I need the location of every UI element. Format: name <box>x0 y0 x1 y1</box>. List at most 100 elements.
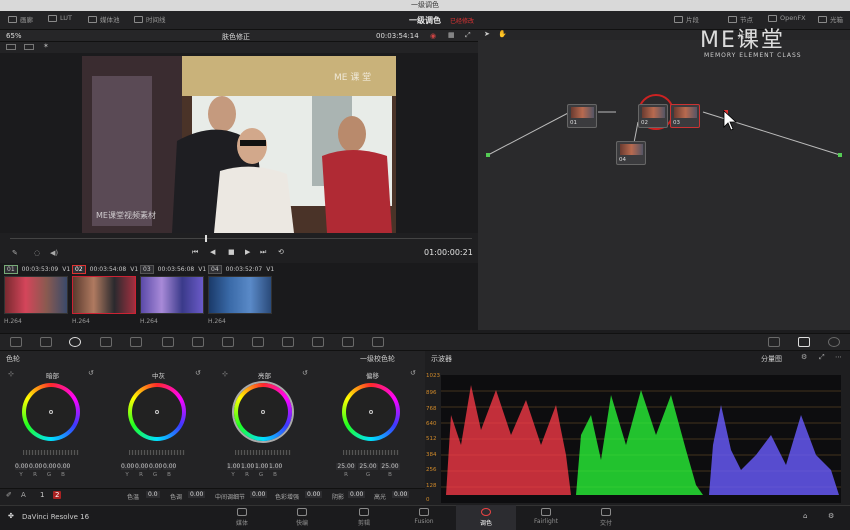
gain-r[interactable]: 1.00 <box>241 463 254 470</box>
volume-icon[interactable]: ◀) <box>50 249 58 257</box>
page-tab-media[interactable]: 媒体 <box>212 518 272 527</box>
loop-icon[interactable]: ◌ <box>34 249 40 257</box>
skip-start-icon[interactable]: ⏮ <box>192 248 198 257</box>
settings-gear-icon[interactable]: ⚙ <box>828 512 834 520</box>
scope-settings-icon[interactable]: ⚙ <box>801 353 807 361</box>
lift-wheel[interactable] <box>22 383 80 441</box>
auto-icon[interactable]: A <box>21 491 26 499</box>
auto-balance-icon[interactable]: ✐ <box>6 491 12 499</box>
media-pool-button[interactable]: 媒体池 <box>88 14 120 24</box>
clip-thumbnail[interactable] <box>208 276 272 314</box>
node-03[interactable]: 03 <box>670 104 700 128</box>
image-wipe-icon[interactable] <box>6 44 16 50</box>
node-02[interactable]: 02 <box>638 104 668 128</box>
page-tab-fusion[interactable]: Fusion <box>394 518 454 525</box>
reset-icon[interactable]: ↺ <box>302 369 308 377</box>
color-boost-value[interactable]: 0.00 <box>305 491 323 498</box>
page-tab-fairlight[interactable]: Fairlight <box>516 518 576 525</box>
scopes-icon[interactable] <box>798 337 810 347</box>
gamma-y[interactable]: 0.00 <box>121 463 134 470</box>
offset-g[interactable]: 25.00 <box>358 463 378 470</box>
curves-icon[interactable] <box>162 337 174 347</box>
wheel-center-handle[interactable] <box>49 410 53 414</box>
qualifier-icon[interactable] <box>222 337 234 347</box>
gain-b[interactable]: 1.00 <box>269 463 282 470</box>
hand-icon[interactable]: ✋ <box>498 30 507 38</box>
gallery-button[interactable]: 画廊 <box>8 14 33 24</box>
page-tab-edit[interactable]: 剪辑 <box>334 518 394 527</box>
wheels-mode-dropdown[interactable]: 一级校色轮 <box>360 354 395 364</box>
lift-g[interactable]: 0.00 <box>43 463 56 470</box>
3d-icon[interactable] <box>768 337 780 347</box>
window-icon[interactable] <box>252 337 264 347</box>
wheel-center-handle[interactable] <box>261 410 265 414</box>
node-01[interactable]: 01 <box>567 104 597 128</box>
midtone-detail-value[interactable]: 0.00 <box>250 491 268 498</box>
reset-icon[interactable]: ↺ <box>88 369 94 377</box>
page-2-button[interactable]: 2 <box>53 491 62 499</box>
fullscreen-icon[interactable]: ⤢ <box>465 31 471 40</box>
lift-r[interactable]: 0.00 <box>29 463 42 470</box>
clip-thumbnail-selected[interactable] <box>72 276 136 314</box>
offset-master-slider[interactable] <box>343 450 399 455</box>
tint-value[interactable]: 0.00 <box>188 491 206 498</box>
gamma-b[interactable]: 0.00 <box>163 463 176 470</box>
blur-icon[interactable] <box>312 337 324 347</box>
page-tab-deliver[interactable]: 交付 <box>576 518 636 527</box>
gain-wheel[interactable] <box>234 383 292 441</box>
color-wheels-icon[interactable] <box>69 337 81 347</box>
more-options-icon[interactable]: ⋯ <box>835 353 842 361</box>
grid-icon[interactable]: ▦ <box>448 31 455 39</box>
shadows-value[interactable]: 0.00 <box>348 491 366 498</box>
temp-value[interactable]: 0.0 <box>146 491 160 498</box>
color-picker-icon[interactable]: ◉ <box>430 32 436 40</box>
wheel-center-handle[interactable] <box>369 410 373 414</box>
clip-thumbnail[interactable] <box>4 276 68 314</box>
highlight-tool-icon[interactable]: ✎ <box>12 249 18 257</box>
lift-y[interactable]: 0.00 <box>15 463 28 470</box>
info-icon[interactable] <box>828 337 840 347</box>
pointer-icon[interactable]: ➤ <box>484 30 490 38</box>
scrub-bar[interactable] <box>10 238 472 239</box>
reset-icon[interactable]: ↺ <box>410 369 416 377</box>
scope-expand-icon[interactable]: ⤢ <box>819 353 825 362</box>
gamma-r[interactable]: 0.00 <box>135 463 148 470</box>
offset-wheel[interactable] <box>342 383 400 441</box>
offset-b[interactable]: 25.00 <box>380 463 400 470</box>
lift-b[interactable]: 0.00 <box>57 463 70 470</box>
reset-icon[interactable]: ↺ <box>195 369 201 377</box>
clip-name[interactable]: 肤色修正 <box>222 32 250 42</box>
offset-r[interactable]: 25.00 <box>336 463 356 470</box>
gain-g[interactable]: 1.00 <box>255 463 268 470</box>
gamma-wheel[interactable] <box>128 383 186 441</box>
highlights-value[interactable]: 0.00 <box>392 491 410 498</box>
home-icon[interactable]: ⌂ <box>803 512 807 520</box>
key-icon[interactable] <box>342 337 354 347</box>
play-reverse-icon[interactable]: ◀ <box>210 248 215 256</box>
page-1-button[interactable]: 1 <box>40 491 44 499</box>
tracker-icon[interactable] <box>282 337 294 347</box>
node-04[interactable]: 04 <box>616 141 646 165</box>
clip-thumbnail[interactable] <box>140 276 204 314</box>
zoom-dropdown[interactable]: 65% <box>6 32 22 40</box>
wheel-center-handle[interactable] <box>155 410 159 414</box>
split-screen-icon[interactable] <box>24 44 34 50</box>
play-icon[interactable]: ▶ <box>245 248 250 256</box>
rgb-mixer-icon[interactable] <box>100 337 112 347</box>
sizing-icon[interactable] <box>372 337 384 347</box>
motion-effects-icon[interactable] <box>130 337 142 347</box>
gain-y[interactable]: 1.00 <box>227 463 240 470</box>
wheel-picker-icon[interactable]: ⊹ <box>222 370 228 378</box>
gain-master-slider[interactable] <box>235 450 291 455</box>
scope-mode-dropdown[interactable]: 分量图 <box>761 354 782 364</box>
page-tab-cut[interactable]: 快编 <box>272 518 332 527</box>
playhead[interactable] <box>205 235 207 242</box>
wheel-picker-icon[interactable]: ⊹ <box>8 370 14 378</box>
page-tab-color[interactable]: 调色 <box>456 518 516 527</box>
loop-playback-icon[interactable]: ⟲ <box>278 248 284 256</box>
gamma-master-slider[interactable] <box>129 450 185 455</box>
highlight-icon[interactable]: ✶ <box>43 42 49 50</box>
gamma-g[interactable]: 0.00 <box>149 463 162 470</box>
lightbox-button[interactable]: 光箱 <box>818 14 843 24</box>
skip-end-icon[interactable]: ⏭ <box>260 248 266 257</box>
